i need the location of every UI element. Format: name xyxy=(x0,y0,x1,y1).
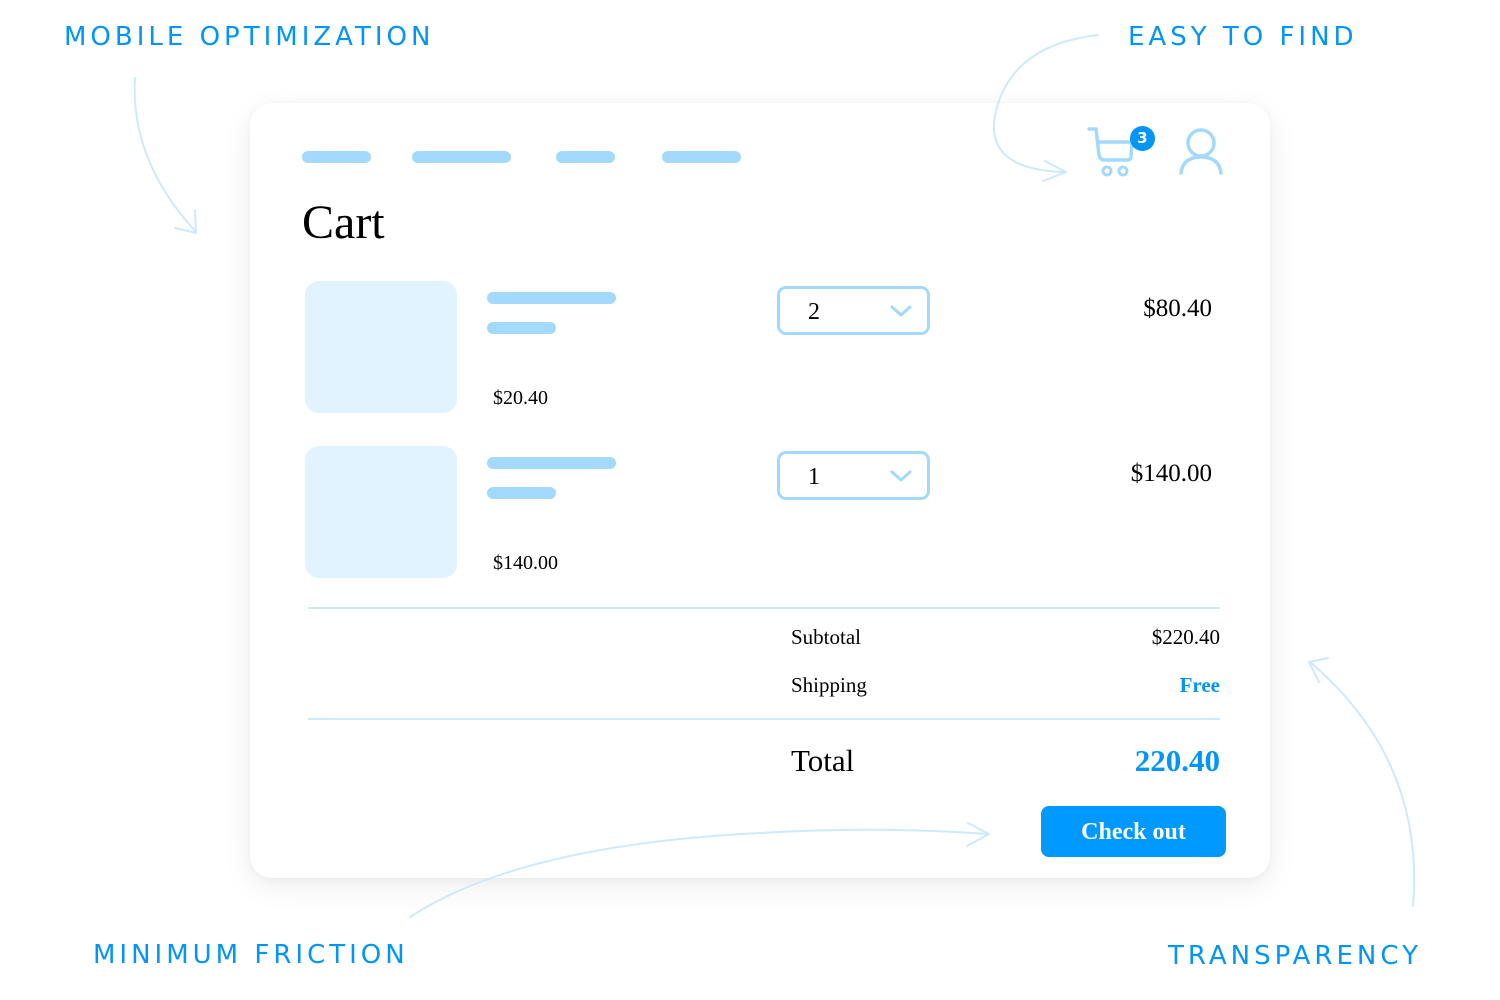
cart-card: 3 Cart $20.40 2 $80.40 $140.00 1 $140.00… xyxy=(250,103,1270,878)
product-thumbnail[interactable] xyxy=(305,446,457,578)
divider xyxy=(308,607,1220,609)
product-name-placeholder xyxy=(487,292,616,304)
line-total: $140.00 xyxy=(1130,460,1212,487)
arrow-transparency-head xyxy=(1308,657,1329,683)
chevron-down-icon xyxy=(890,470,912,482)
product-thumbnail[interactable] xyxy=(305,281,457,413)
arrow-mobile-optimization-head xyxy=(174,209,197,234)
subtotal-label: Subtotal xyxy=(791,625,862,649)
quantity-value: 1 xyxy=(808,464,820,490)
product-detail-placeholder xyxy=(487,487,556,499)
divider xyxy=(308,718,1220,720)
arrow-mobile-optimization xyxy=(133,77,197,233)
shipping-label: Shipping xyxy=(791,673,867,697)
annotation-transparency: TRANSPARENCY xyxy=(1168,941,1422,971)
nav-placeholder-1[interactable] xyxy=(302,151,371,163)
cart-count-badge: 3 xyxy=(1130,126,1155,151)
page-title: Cart xyxy=(302,196,385,249)
chevron-down-icon xyxy=(890,305,912,317)
line-total: $80.40 xyxy=(1143,295,1212,322)
total-label: Total xyxy=(791,743,855,778)
quantity-select[interactable]: 2 xyxy=(777,286,930,335)
quantity-value: 2 xyxy=(808,299,820,325)
total-value: 220.40 xyxy=(1134,743,1220,778)
annotation-easy-to-find: EASY TO FIND xyxy=(1128,22,1358,52)
unit-price: $20.40 xyxy=(493,387,548,409)
nav-placeholder-2[interactable] xyxy=(412,151,511,163)
product-detail-placeholder xyxy=(487,322,556,334)
nav-placeholder-3[interactable] xyxy=(556,151,615,163)
user-icon[interactable] xyxy=(1178,127,1224,177)
product-name-placeholder xyxy=(487,457,616,469)
checkout-button[interactable]: Check out xyxy=(1041,806,1226,857)
annotation-mobile-optimization: MOBILE OPTIMIZATION xyxy=(64,22,435,52)
subtotal-value: $220.40 xyxy=(1151,625,1220,649)
annotation-minimum-friction: MINIMUM FRICTION xyxy=(93,940,409,970)
arrow-transparency xyxy=(1309,661,1416,907)
shipping-value: Free xyxy=(1179,673,1220,697)
quantity-select[interactable]: 1 xyxy=(777,451,930,500)
unit-price: $140.00 xyxy=(493,552,558,574)
nav-placeholder-4[interactable] xyxy=(662,151,741,163)
